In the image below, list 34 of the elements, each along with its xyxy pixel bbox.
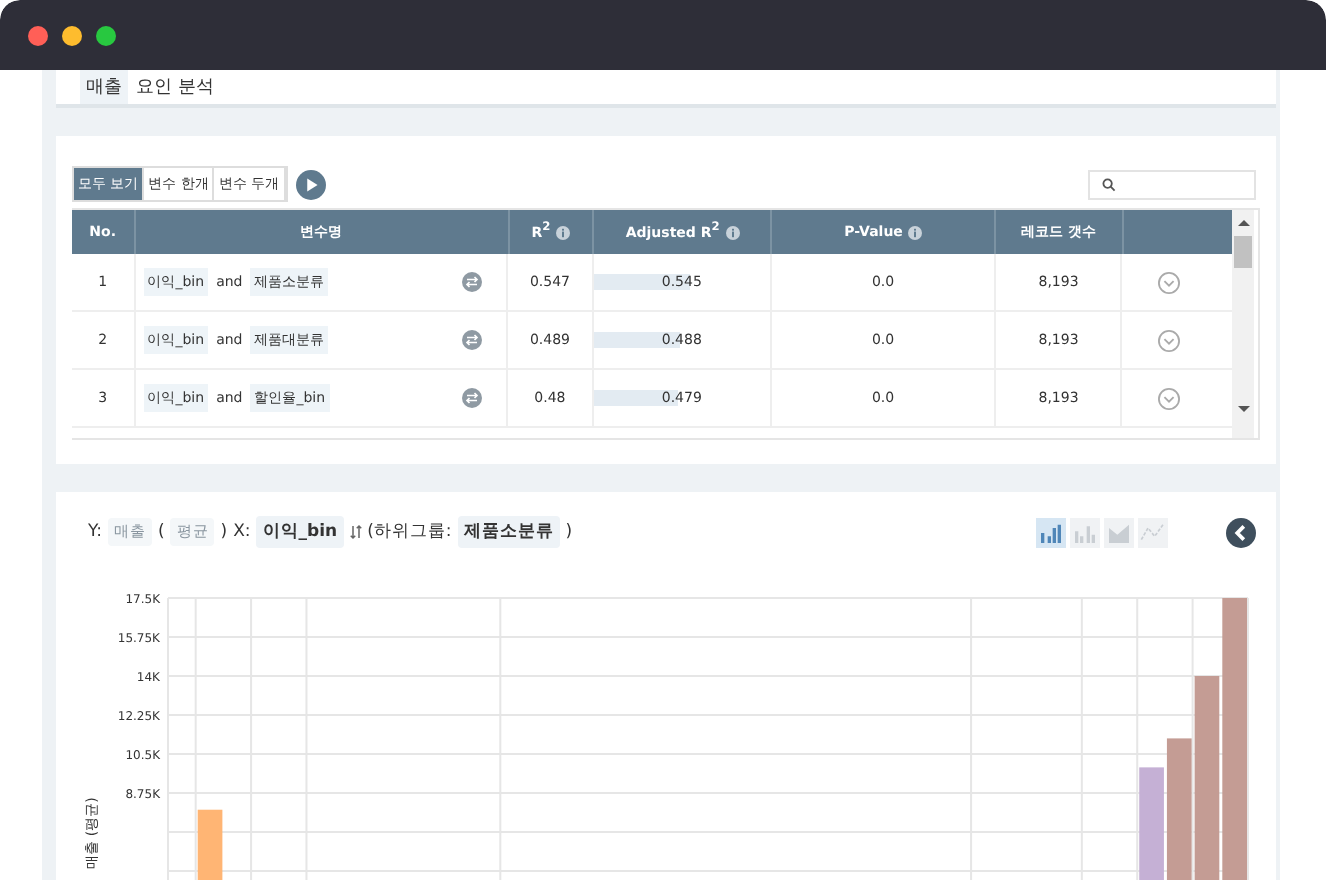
paren-text: ) xyxy=(565,522,573,542)
axis-label: X: xyxy=(233,522,251,542)
area-chart-icon[interactable] xyxy=(1104,517,1134,547)
x-field-chip[interactable]: 이익_bin xyxy=(256,516,344,548)
info-icon[interactable] xyxy=(556,225,571,239)
subgroup-label: (하위그룹: xyxy=(367,520,452,544)
axis-label: Y: xyxy=(88,522,102,542)
swap-icon[interactable] xyxy=(462,388,483,408)
page-title: 요인 분석 xyxy=(136,76,214,100)
scrollbar[interactable] xyxy=(1232,210,1254,438)
back-icon[interactable] xyxy=(1226,517,1256,547)
target-tag: 매출 xyxy=(80,70,128,104)
window-control-dot[interactable] xyxy=(28,25,48,45)
swap-icon[interactable] xyxy=(462,272,483,292)
line-chart-icon[interactable] xyxy=(1138,517,1168,547)
expand-icon[interactable] xyxy=(1158,329,1181,351)
window-control-dot[interactable] xyxy=(62,25,82,45)
sort-icon[interactable] xyxy=(349,524,362,540)
grouped-chart-icon[interactable] xyxy=(1070,517,1100,547)
window-control-dot[interactable] xyxy=(96,25,116,45)
expand-icon[interactable] xyxy=(1158,271,1181,293)
bar xyxy=(1139,767,1164,880)
paren-text: ( xyxy=(157,522,165,542)
info-icon[interactable] xyxy=(908,225,923,239)
paren-text: ) xyxy=(220,522,228,542)
info-icon[interactable] xyxy=(725,225,740,239)
expand-icon[interactable] xyxy=(1158,387,1181,409)
subgroup-chip[interactable]: 제품소분류 xyxy=(457,516,560,548)
bar-chart-icon[interactable] xyxy=(1036,517,1066,547)
search-field[interactable] xyxy=(1088,169,1256,199)
play-icon[interactable] xyxy=(295,169,326,199)
bar xyxy=(197,809,223,880)
swap-icon[interactable] xyxy=(462,330,483,350)
search-icon xyxy=(1102,177,1116,191)
